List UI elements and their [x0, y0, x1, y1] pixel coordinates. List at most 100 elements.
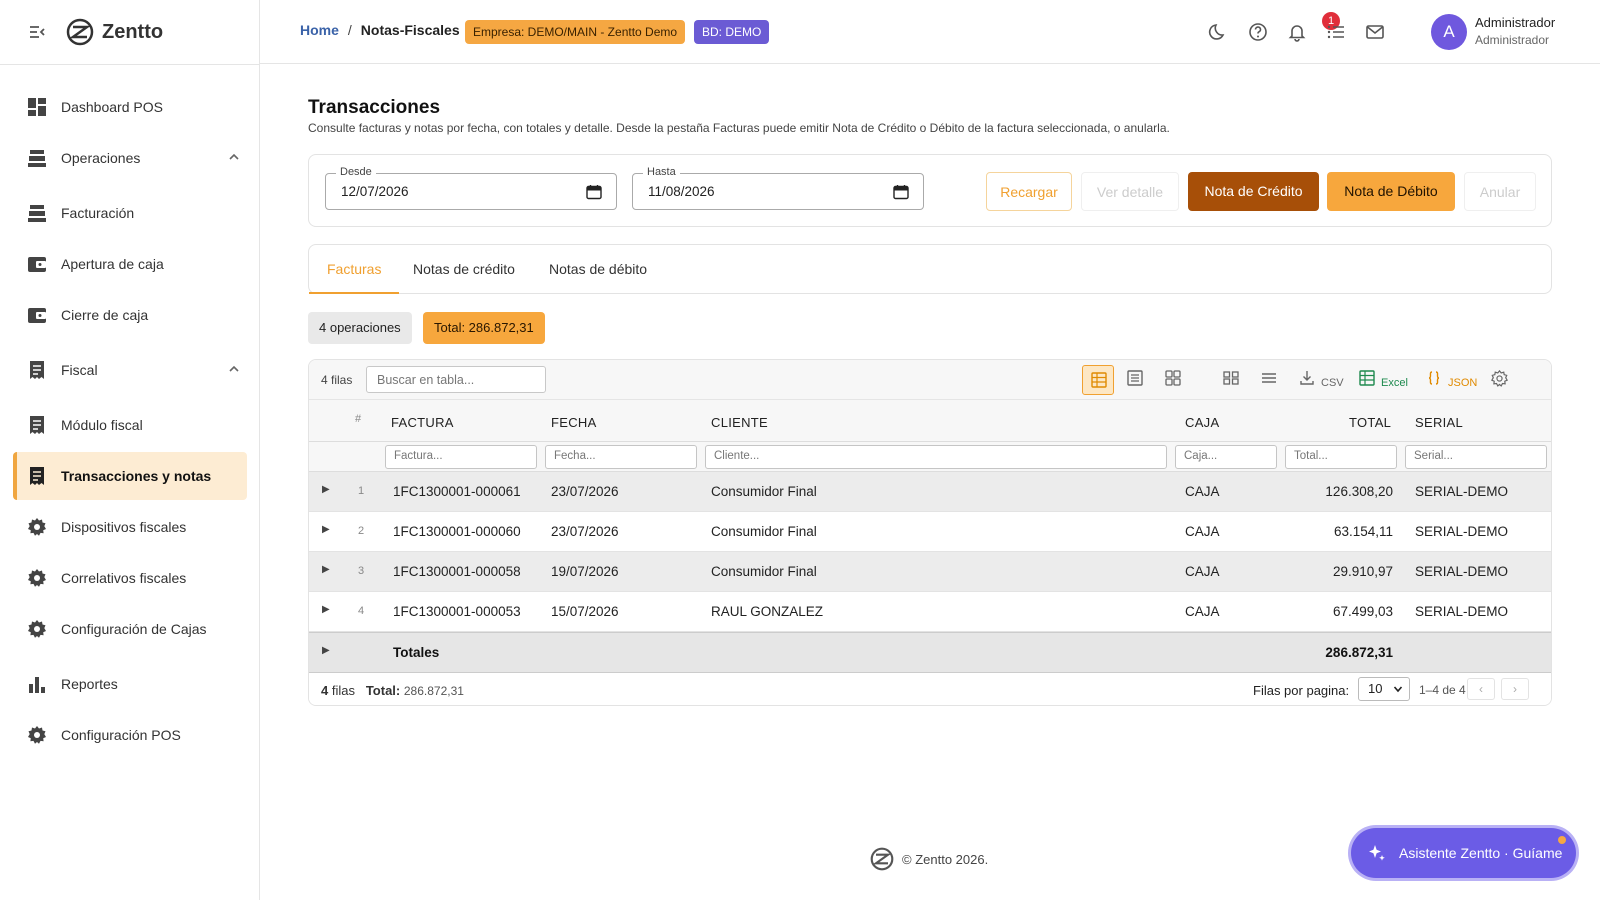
totals-value: 286.872,31 [1325, 645, 1393, 660]
filters-card: Desde 12/07/2026 Hasta 11/08/2026 Recarg… [308, 154, 1552, 227]
grid-header-row: # FACTURA FECHA CLIENTE CAJA TOTAL SERIA… [309, 400, 1551, 442]
nota-credito-button[interactable]: Nota de Crédito [1188, 172, 1319, 211]
card-view-icon[interactable] [1165, 370, 1181, 390]
export-csv-button[interactable]: CSV [1299, 370, 1344, 390]
desde-date-field[interactable]: Desde 12/07/2026 [325, 166, 617, 210]
expand-row-icon[interactable]: ▶ [322, 484, 330, 495]
filter-fecha-input[interactable]: Fecha... [545, 445, 697, 469]
density-icon[interactable] [1261, 370, 1277, 390]
operations-count-chip: 4 operaciones [308, 312, 412, 344]
mail-icon[interactable] [1365, 22, 1385, 42]
desde-value: 12/07/2026 [341, 184, 409, 199]
filter-caja-input[interactable]: Caja... [1175, 445, 1277, 469]
app-logo[interactable]: Zentto [66, 18, 163, 46]
cell-caja: CAJA [1185, 564, 1220, 579]
user-avatar[interactable]: A [1431, 14, 1467, 50]
table-row[interactable]: ▶ 3 1FC1300001-000058 19/07/2026 Consumi… [309, 552, 1551, 592]
expand-row-icon[interactable]: ▶ [322, 604, 330, 615]
cell-factura: 1FC1300001-000060 [393, 524, 521, 539]
assistant-indicator-dot [1558, 836, 1566, 844]
assistant-button[interactable]: Asistente Zentto · Guíame [1351, 828, 1576, 878]
rows-per-page-value: 10 [1368, 681, 1383, 696]
row-index: 4 [358, 605, 365, 617]
next-page-button[interactable]: › [1501, 678, 1529, 700]
sidebar-item-modulo-fiscal[interactable]: Módulo fiscal [13, 401, 247, 449]
sidebar-item-facturacion[interactable]: Facturación [13, 189, 247, 237]
sidebar-item-cierre-caja[interactable]: Cierre de caja [13, 291, 247, 339]
calendar-icon[interactable] [586, 184, 602, 200]
export-json-button[interactable]: JSON [1426, 370, 1477, 390]
sidebar-item-operaciones[interactable]: Operaciones [13, 134, 247, 182]
page-subtitle: Consulte facturas y notas por fecha, con… [308, 121, 1170, 135]
column-header-cliente[interactable]: CLIENTE [711, 415, 768, 430]
cell-serial: SERIAL-DEMO [1415, 484, 1509, 499]
pagination-range: 1–4 de 4 [1419, 683, 1466, 697]
rows-per-page-select[interactable]: 10 [1358, 677, 1410, 701]
sidebar-item-reportes[interactable]: Reportes [13, 660, 247, 708]
row-index: 1 [358, 485, 365, 497]
tabs-bar: Facturas Notas de crédito Notas de débit… [308, 244, 1552, 294]
column-header-caja[interactable]: CAJA [1185, 415, 1219, 430]
database-chip[interactable]: BD: DEMO [694, 20, 770, 44]
expand-row-icon[interactable]: ▶ [322, 524, 330, 535]
filter-factura-input[interactable]: Factura... [385, 445, 537, 469]
breadcrumb-home-link[interactable]: Home [300, 22, 339, 38]
table-row[interactable]: ▶ 2 1FC1300001-000060 23/07/2026 Consumi… [309, 512, 1551, 552]
column-header-fecha[interactable]: FECHA [551, 415, 597, 430]
anular-button[interactable]: Anular [1464, 172, 1536, 211]
user-name[interactable]: Administrador [1475, 15, 1555, 30]
sidebar-item-configuracion-cajas[interactable]: Configuración de Cajas [13, 605, 247, 653]
sidebar-item-label: Dashboard POS [61, 99, 163, 115]
dark-mode-icon[interactable] [1208, 22, 1228, 42]
tab-facturas[interactable]: Facturas [309, 245, 400, 294]
sidebar-item-fiscal[interactable]: Fiscal [13, 346, 247, 394]
notifications-bell-icon[interactable] [1287, 22, 1307, 42]
list-view-icon[interactable] [1127, 370, 1143, 390]
sidebar-item-dispositivos-fiscales[interactable]: Dispositivos fiscales [13, 503, 247, 551]
sidebar-item-apertura-caja[interactable]: Apertura de caja [13, 240, 247, 288]
recargar-button[interactable]: Recargar [986, 172, 1072, 211]
tab-notas-debito[interactable]: Notas de débito [549, 245, 647, 294]
download-icon [1300, 371, 1314, 385]
table-view-icon[interactable] [1082, 365, 1114, 395]
grid-layout-icon[interactable] [1223, 370, 1239, 390]
sidebar-item-dashboard-pos[interactable]: Dashboard POS [13, 83, 247, 131]
sidebar-item-configuracion-pos[interactable]: Configuración POS [13, 711, 247, 759]
cell-fecha: 19/07/2026 [551, 564, 619, 579]
prev-page-button[interactable]: ‹ [1467, 678, 1495, 700]
footer-row-word: filas [331, 683, 355, 698]
filter-serial-input[interactable]: Serial... [1405, 445, 1547, 469]
empresa-chip[interactable]: Empresa: DEMO/MAIN - Zentto Demo [465, 20, 686, 44]
column-header-serial[interactable]: SERIAL [1415, 415, 1463, 430]
column-header-factura[interactable]: FACTURA [391, 415, 454, 430]
sidebar-item-label: Reportes [61, 676, 118, 692]
transactions-grid: 4 filas Buscar en tabla... CSV Excel JSO… [308, 359, 1552, 706]
chevron-down-icon [1393, 686, 1403, 693]
table-row[interactable]: ▶ 4 1FC1300001-000053 15/07/2026 RAUL GO… [309, 592, 1551, 632]
task-list-icon[interactable] [1326, 22, 1346, 42]
spreadsheet-icon [1359, 370, 1375, 386]
ver-detalle-button[interactable]: Ver detalle [1081, 172, 1179, 211]
tab-notas-credito[interactable]: Notas de crédito [413, 245, 515, 294]
hasta-date-field[interactable]: Hasta 11/08/2026 [632, 166, 924, 210]
grid-settings-gear-icon[interactable] [1491, 370, 1508, 390]
dashboard-icon [28, 98, 46, 116]
collapse-menu-icon[interactable] [28, 23, 46, 41]
expand-totals-icon[interactable]: ▶ [322, 645, 330, 656]
expand-row-icon[interactable]: ▶ [322, 564, 330, 575]
table-row[interactable]: ▶ 1 1FC1300001-000061 23/07/2026 Consumi… [309, 472, 1551, 512]
gear-icon [28, 569, 46, 587]
sidebar-item-transacciones-notas[interactable]: Transacciones y notas [13, 452, 247, 500]
sidebar-header: Zentto [0, 0, 259, 65]
column-header-total[interactable]: TOTAL [1349, 415, 1391, 430]
sidebar-item-correlativos-fiscales[interactable]: Correlativos fiscales [13, 554, 247, 602]
nota-debito-button[interactable]: Nota de Débito [1327, 172, 1455, 211]
help-icon[interactable] [1248, 22, 1268, 42]
export-excel-button[interactable]: Excel [1359, 370, 1409, 390]
calendar-icon[interactable] [893, 184, 909, 200]
filter-cliente-input[interactable]: Cliente... [705, 445, 1167, 469]
filter-total-input[interactable]: Total... [1285, 445, 1397, 469]
cell-total: 63.154,11 [1333, 524, 1393, 539]
grid-search-input[interactable]: Buscar en tabla... [366, 366, 546, 393]
gear-icon [28, 518, 46, 536]
